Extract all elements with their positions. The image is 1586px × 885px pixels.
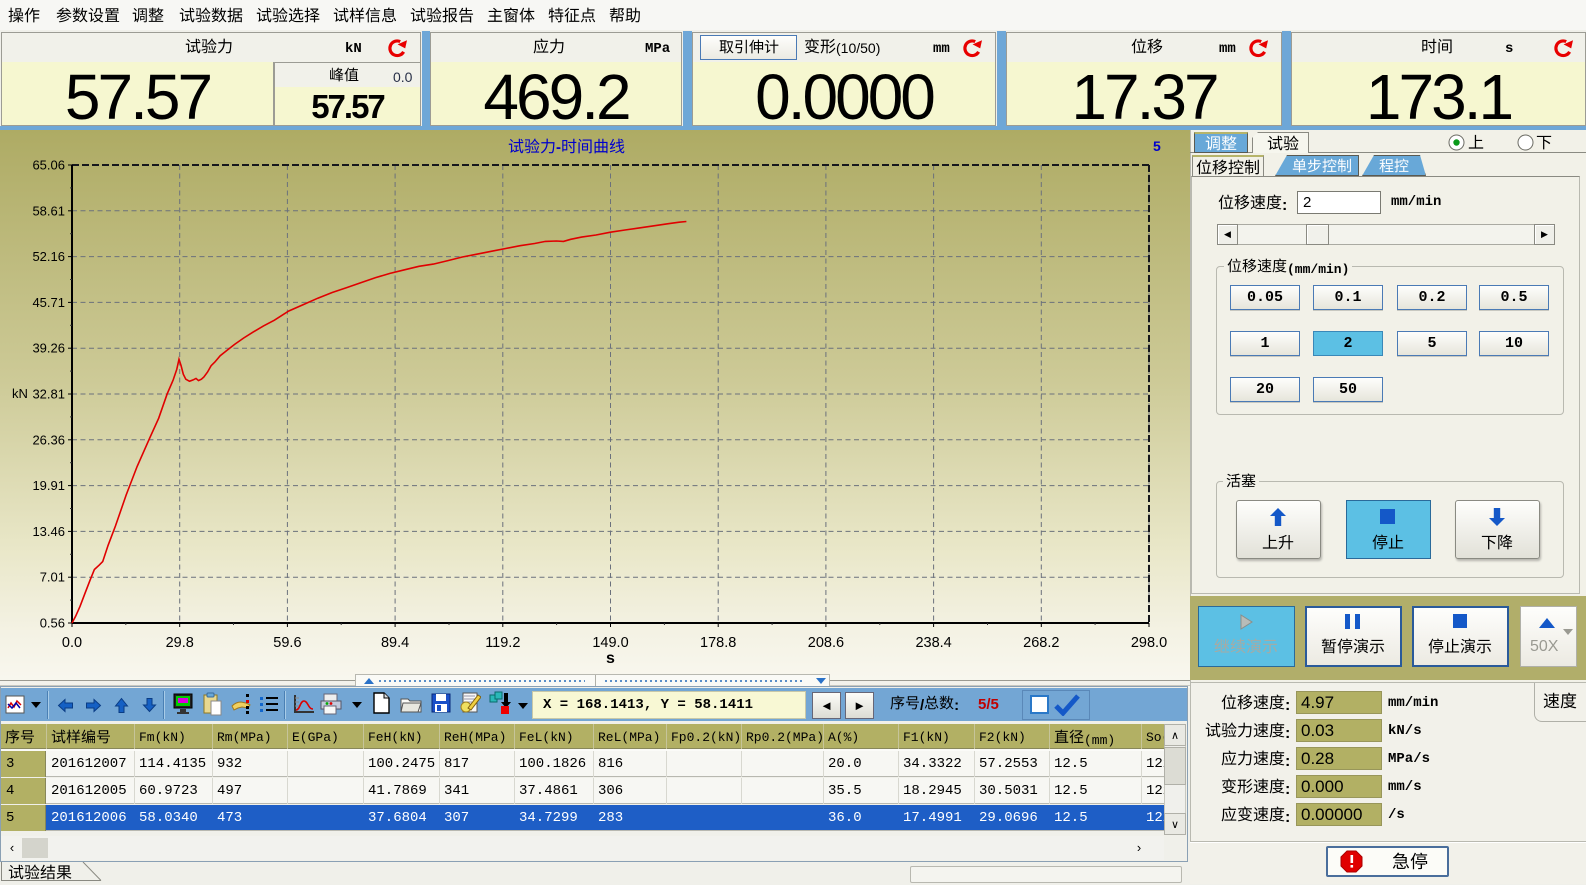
svg-text:89.4: 89.4 xyxy=(381,635,409,651)
svg-text:238.4: 238.4 xyxy=(915,635,951,651)
svg-text:52.16: 52.16 xyxy=(32,249,65,264)
svg-text:45.71: 45.71 xyxy=(32,295,65,310)
svg-text:13.46: 13.46 xyxy=(32,524,65,539)
svg-text:65.06: 65.06 xyxy=(32,158,65,173)
svg-text:149.0: 149.0 xyxy=(592,635,628,651)
svg-text:268.2: 268.2 xyxy=(1023,635,1059,651)
svg-text:58.61: 58.61 xyxy=(32,203,65,218)
svg-text:178.8: 178.8 xyxy=(700,635,736,651)
svg-text:39.26: 39.26 xyxy=(32,341,65,356)
svg-text:s: s xyxy=(606,650,615,667)
svg-text:19.91: 19.91 xyxy=(32,478,65,493)
svg-text:208.6: 208.6 xyxy=(808,635,844,651)
svg-text:29.8: 29.8 xyxy=(166,635,194,651)
svg-text:32.81: 32.81 xyxy=(32,387,65,402)
svg-text:59.6: 59.6 xyxy=(273,635,301,651)
svg-text:7.01: 7.01 xyxy=(40,570,65,585)
svg-text:0.56: 0.56 xyxy=(40,616,65,631)
svg-text:0.0: 0.0 xyxy=(62,635,82,651)
svg-text:119.2: 119.2 xyxy=(485,635,520,651)
svg-text:kN: kN xyxy=(12,386,28,401)
svg-text:298.0: 298.0 xyxy=(1131,635,1167,651)
svg-text:26.36: 26.36 xyxy=(32,432,65,447)
